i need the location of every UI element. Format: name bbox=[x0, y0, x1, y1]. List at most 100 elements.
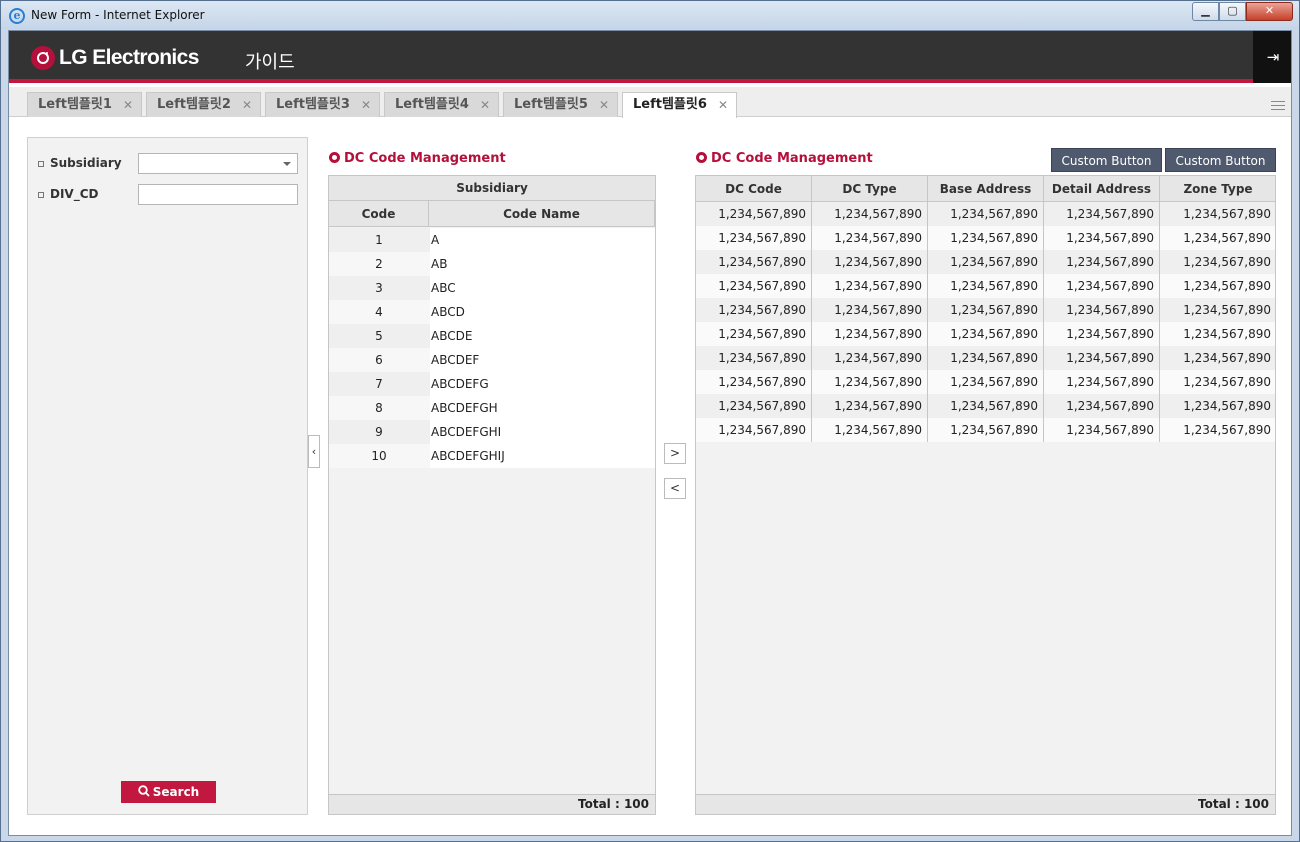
cell-zone-type: 1,234,567,890 bbox=[1183, 399, 1271, 413]
div-cd-input[interactable] bbox=[138, 184, 298, 205]
cell-code-name: ABC bbox=[430, 276, 655, 300]
dc-table: DC Code DC Type Base Address Detail Addr… bbox=[695, 175, 1276, 815]
tab-left-template-5[interactable]: Left템플릿5 ✕ bbox=[503, 92, 618, 117]
table-row[interactable]: 1,234,567,890 1,234,567,890 1,234,567,890 1… bbox=[696, 370, 1275, 394]
collapse-panel-button[interactable]: ‹ bbox=[308, 435, 320, 468]
section-title-text: DC Code Management bbox=[344, 151, 506, 166]
logout-icon[interactable]: ⇥ bbox=[1253, 31, 1291, 83]
move-left-button[interactable]: < bbox=[664, 478, 686, 499]
cell-zone-type: 1,234,567,890 bbox=[1183, 423, 1271, 437]
table-row[interactable]: 9 ABCDEFGHI bbox=[329, 420, 655, 444]
subsidiary-select[interactable] bbox=[138, 153, 298, 174]
column-header-dc-type[interactable]: DC Type bbox=[812, 176, 928, 201]
lg-logo-icon bbox=[31, 46, 55, 70]
page-title: 가이드 bbox=[245, 52, 295, 73]
cell-zone-type: 1,234,567,890 bbox=[1183, 279, 1271, 293]
cell-code-name: AB bbox=[430, 252, 655, 276]
app-header: LG Electronics 가이드 ⇥ bbox=[9, 31, 1291, 83]
tab-left-template-4[interactable]: Left템플릿4 ✕ bbox=[384, 92, 499, 117]
cell-base-address: 1,234,567,890 bbox=[928, 226, 1044, 250]
bullet-icon bbox=[696, 152, 707, 163]
cell-dc-code: 1,234,567,890 bbox=[696, 370, 812, 394]
table-row[interactable]: 1,234,567,890 1,234,567,890 1,234,567,890 1… bbox=[696, 346, 1275, 370]
search-panel: Subsidiary DIV_CD Search bbox=[27, 137, 308, 815]
internet-explorer-icon: e bbox=[9, 8, 25, 24]
table-total: Total : 100 bbox=[329, 794, 655, 814]
column-header-detail-address[interactable]: Detail Address bbox=[1044, 176, 1160, 201]
minimize-button[interactable]: ▁ bbox=[1192, 2, 1219, 21]
custom-button-1[interactable]: Custom Button bbox=[1051, 148, 1162, 172]
custom-button-2[interactable]: Custom Button bbox=[1165, 148, 1276, 172]
table-row[interactable]: 1,234,567,890 1,234,567,890 1,234,567,890 1… bbox=[696, 322, 1275, 346]
table-row[interactable]: 3 ABC bbox=[329, 276, 655, 300]
table-row[interactable]: 1,234,567,890 1,234,567,890 1,234,567,890 1… bbox=[696, 274, 1275, 298]
table-row[interactable]: 1A bbox=[329, 228, 655, 252]
table-row[interactable]: 1,234,567,890 1,234,567,890 1,234,567,890 1… bbox=[696, 394, 1275, 418]
search-button[interactable]: Search bbox=[121, 781, 216, 803]
table-row[interactable]: 6 ABCDEF bbox=[329, 348, 655, 372]
cell-detail-address: 1,234,567,890 bbox=[1044, 322, 1160, 346]
tab-close-icon[interactable]: ✕ bbox=[242, 93, 252, 117]
section-title-left: DC Code Management bbox=[329, 151, 506, 166]
maximize-button[interactable]: ▢ bbox=[1219, 2, 1246, 21]
cell-base-address: 1,234,567,890 bbox=[928, 202, 1044, 226]
cell-base-address: 1,234,567,890 bbox=[928, 418, 1044, 442]
cell-dc-type: 1,234,567,890 bbox=[812, 298, 928, 322]
tab-close-icon[interactable]: ✕ bbox=[361, 93, 371, 117]
cell-dc-code: 1,234,567,890 bbox=[696, 274, 812, 298]
tab-close-icon[interactable]: ✕ bbox=[599, 93, 609, 117]
tab-left-template-2[interactable]: Left템플릿2 ✕ bbox=[146, 92, 261, 117]
tab-label: Left템플릿1 bbox=[38, 97, 112, 112]
table-row[interactable]: 10 ABCDEFGHIJ bbox=[329, 444, 655, 468]
tab-left-template-3[interactable]: Left템플릿3 ✕ bbox=[265, 92, 380, 117]
cell-dc-type: 1,234,567,890 bbox=[812, 226, 928, 250]
table-row[interactable]: 1,234,567,890 1,234,567,890 1,234,567,890 1… bbox=[696, 250, 1275, 274]
column-header-zone-type[interactable]: Zone Type bbox=[1160, 176, 1275, 201]
column-header-dc-code[interactable]: DC Code bbox=[696, 176, 812, 201]
cell-code: 2 bbox=[375, 257, 383, 271]
search-icon bbox=[138, 785, 150, 797]
cell-code: 5 bbox=[375, 329, 383, 343]
tab-left-template-1[interactable]: Left템플릿1 ✕ bbox=[27, 92, 142, 117]
cell-dc-code: 1,234,567,890 bbox=[696, 394, 812, 418]
cell-detail-address: 1,234,567,890 bbox=[1044, 418, 1160, 442]
tab-left-template-6[interactable]: Left템플릿6 ✕ bbox=[622, 92, 737, 118]
cell-detail-address: 1,234,567,890 bbox=[1044, 298, 1160, 322]
table-header-row: Code Code Name bbox=[329, 201, 655, 227]
table-row[interactable]: 5 ABCDE bbox=[329, 324, 655, 348]
table-row[interactable]: 1,234,567,890 1,234,567,890 1,234,567,890 1… bbox=[696, 298, 1275, 322]
subsidiary-label: Subsidiary bbox=[38, 156, 122, 170]
cell-dc-code: 1,234,567,890 bbox=[696, 298, 812, 322]
table-row[interactable]: 4 ABCD bbox=[329, 300, 655, 324]
cell-code: 3 bbox=[375, 281, 383, 295]
table-row[interactable]: 2 AB bbox=[329, 252, 655, 276]
cell-detail-address: 1,234,567,890 bbox=[1044, 346, 1160, 370]
table-row[interactable]: 1,234,567,890 1,234,567,890 1,234,567,890 1… bbox=[696, 418, 1275, 442]
cell-code-name: ABCDEF bbox=[430, 348, 655, 372]
search-button-label: Search bbox=[152, 785, 200, 799]
tab-close-icon[interactable]: ✕ bbox=[123, 93, 133, 117]
table-row[interactable]: 1,234,567,890 1,234,567,890 1,234,567,890 1… bbox=[696, 202, 1275, 226]
table-group-header: Subsidiary bbox=[329, 176, 655, 201]
column-header-code-name[interactable]: Code Name bbox=[429, 201, 655, 226]
move-right-button[interactable]: > bbox=[664, 443, 686, 464]
cell-base-address: 1,234,567,890 bbox=[928, 394, 1044, 418]
close-window-button[interactable]: ✕ bbox=[1246, 2, 1293, 21]
cell-code-name: ABCDEFGHIJ bbox=[430, 444, 655, 468]
cell-base-address: 1,234,567,890 bbox=[928, 322, 1044, 346]
lg-logo[interactable]: LG Electronics bbox=[31, 46, 199, 70]
cell-base-address: 1,234,567,890 bbox=[928, 274, 1044, 298]
table-row[interactable]: 7 ABCDEFG bbox=[329, 372, 655, 396]
cell-code: 8 bbox=[375, 401, 383, 415]
column-header-code[interactable]: Code bbox=[329, 201, 429, 226]
tab-close-icon[interactable]: ✕ bbox=[718, 93, 728, 117]
tab-close-icon[interactable]: ✕ bbox=[480, 93, 490, 117]
table-row[interactable]: 8 ABCDEFGH bbox=[329, 396, 655, 420]
window-title: New Form - Internet Explorer bbox=[31, 8, 205, 22]
table-row[interactable]: 1,234,567,890 1,234,567,890 1,234,567,890 1… bbox=[696, 226, 1275, 250]
cell-code-name: ABCDE bbox=[430, 324, 655, 348]
tab-label: Left템플릿2 bbox=[157, 97, 231, 112]
tab-label: Left템플릿4 bbox=[395, 97, 469, 112]
tab-list-menu-icon[interactable] bbox=[1271, 101, 1285, 111]
column-header-base-address[interactable]: Base Address bbox=[928, 176, 1044, 201]
